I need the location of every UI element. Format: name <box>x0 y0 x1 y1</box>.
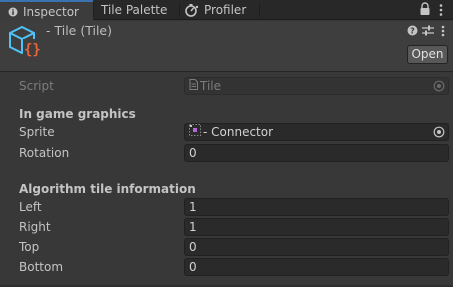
svg-text:{}: {} <box>24 42 41 58</box>
sprite-label: Sprite <box>19 125 55 139</box>
tab-menu-icon[interactable] <box>438 3 444 17</box>
tab-divider <box>259 3 260 17</box>
info-icon <box>8 7 18 17</box>
script-label: Script <box>19 79 54 93</box>
sprite-value: - Connector <box>203 125 274 139</box>
script-field: Tile <box>184 77 449 95</box>
svg-text:?: ? <box>410 27 415 36</box>
left-label: Left <box>19 200 42 214</box>
right-label: Right <box>19 220 51 234</box>
script-file-icon <box>189 78 198 94</box>
top-input[interactable]: 0 <box>184 238 449 256</box>
right-input[interactable]: 1 <box>184 218 449 236</box>
object-picker-icon <box>433 80 445 92</box>
tab-profiler-label: Profiler <box>204 3 247 17</box>
object-picker-icon[interactable] <box>433 126 445 138</box>
tile-script-icon: {} <box>7 25 41 62</box>
bottom-input[interactable]: 0 <box>184 258 449 276</box>
sprite-field[interactable]: - Connector <box>184 123 449 141</box>
tab-inspector[interactable]: Inspector <box>0 0 93 21</box>
preset-settings-icon[interactable] <box>422 25 434 39</box>
open-button[interactable]: Open <box>407 45 448 64</box>
tab-inspector-label: Inspector <box>23 4 79 19</box>
left-input[interactable]: 1 <box>184 198 449 216</box>
profiler-icon <box>185 3 199 17</box>
top-label: Top <box>19 240 40 254</box>
lock-icon[interactable] <box>419 2 431 16</box>
script-value: Tile <box>200 79 222 93</box>
context-menu-icon[interactable] <box>440 25 446 40</box>
tab-bar: Inspector Tile Palette Profiler <box>0 0 453 21</box>
inspector-header: {} - Tile (Tile) ? Open <box>0 21 453 72</box>
object-title: - Tile (Tile) <box>46 23 112 38</box>
rotation-input[interactable]: 0 <box>184 144 449 162</box>
rotation-label: Rotation <box>19 146 70 160</box>
help-icon[interactable]: ? <box>407 25 418 39</box>
section-algorithm-tile-information: Algorithm tile information <box>19 182 196 196</box>
tab-profiler[interactable]: Profiler <box>179 0 259 20</box>
section-in-game-graphics: In game graphics <box>19 107 136 121</box>
sprite-icon <box>189 123 201 140</box>
bottom-label: Bottom <box>19 260 64 274</box>
tab-tile-palette-label: Tile Palette <box>101 3 168 17</box>
tab-tile-palette[interactable]: Tile Palette <box>93 0 179 20</box>
